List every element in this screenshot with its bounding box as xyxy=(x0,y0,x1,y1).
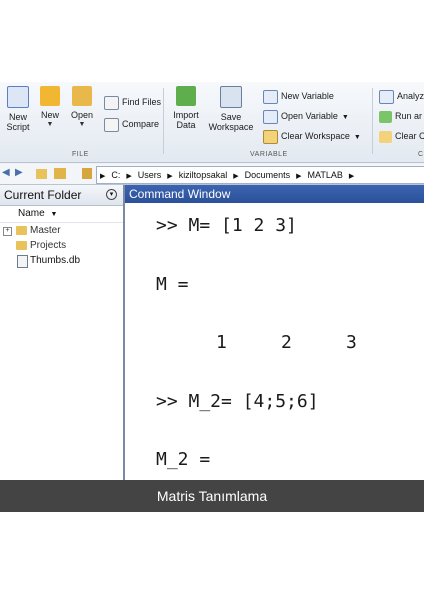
breadcrumb-user[interactable]: kiziltopsakal xyxy=(179,167,228,183)
chevron-right-icon: ▶ xyxy=(167,173,173,180)
options-icon[interactable]: ▾ xyxy=(106,189,117,200)
matlab-screenshot: New Script New ▼ Open ▼ Find Files Compa… xyxy=(0,82,424,512)
new-script-icon xyxy=(7,86,29,108)
run-label: Run ar xyxy=(395,111,423,121)
import-label-2: Data xyxy=(176,120,196,130)
file-group-label: FILE xyxy=(72,151,89,158)
run-and-time-button[interactable]: Run ar xyxy=(379,108,422,124)
find-files-label: Find Files xyxy=(122,97,162,107)
clear-workspace-label: Clear Workspace xyxy=(281,131,350,141)
address-bar: ◀ ▶ ▶ C: ▶ Users ▶ kiziltopsakal ▶ Documents ▶ MA… xyxy=(0,164,424,185)
save-label-2: Workspace xyxy=(208,122,254,132)
current-folder-panel: Current Folder ▾ Name ▼ + Master Project… xyxy=(0,185,125,512)
command-line: >> M= [1 2 3] xyxy=(156,215,297,236)
file-item-label: Thumbs.db xyxy=(30,255,81,266)
save-label-1: Save xyxy=(220,112,242,122)
code-group-label: C xyxy=(418,151,424,158)
new-label: New xyxy=(40,110,59,120)
open-variable-icon xyxy=(263,109,278,124)
variable-group-label: VARIABLE xyxy=(250,151,288,158)
clear-commands-icon xyxy=(379,130,392,143)
analyze-label: Analyz xyxy=(397,91,424,101)
breadcrumb-documents[interactable]: Documents xyxy=(245,167,291,183)
chevron-right-icon: ▶ xyxy=(296,173,302,180)
plus-icon xyxy=(40,86,60,106)
path-field[interactable]: ▶ C: ▶ Users ▶ kiziltopsakal ▶ Documents ▶ MATLAB… xyxy=(96,166,424,184)
folder-icon xyxy=(16,241,27,250)
import-data-button[interactable]: Import Data xyxy=(168,86,204,130)
output-line: M_2 = xyxy=(156,449,211,470)
caption-bar: Matris Tanımlama xyxy=(0,480,424,512)
new-script-label-2: Script xyxy=(6,122,30,132)
forward-arrow-icon[interactable]: ▶ xyxy=(15,167,23,181)
breadcrumb-drive[interactable]: C: xyxy=(111,167,120,183)
clear-workspace-button[interactable]: Clear Workspace ▼ xyxy=(263,128,361,144)
current-folder-title: Current Folder xyxy=(4,188,82,202)
file-icon xyxy=(17,255,28,268)
folder-item-label: Master xyxy=(30,225,61,236)
file-item-thumbs[interactable]: Thumbs.db xyxy=(0,253,123,268)
clear-commands-label: Clear C xyxy=(395,131,424,141)
open-folder-icon xyxy=(72,86,92,106)
chevron-right-icon: ▶ xyxy=(233,173,239,180)
find-files-button[interactable]: Find Files xyxy=(104,94,161,110)
new-variable-label: New Variable xyxy=(281,91,334,101)
clear-workspace-icon xyxy=(263,129,278,144)
chevron-right-icon: ▶ xyxy=(348,173,355,180)
import-data-icon xyxy=(176,86,196,106)
chevron-right-icon: ▶ xyxy=(100,173,106,180)
output-values: 1 2 3 xyxy=(216,332,357,353)
breadcrumb-matlab[interactable]: MATLAB xyxy=(308,167,343,183)
command-window-title: Command Window xyxy=(125,185,424,203)
chevron-down-icon: ▼ xyxy=(78,121,86,128)
folder-item-master[interactable]: + Master xyxy=(0,223,123,238)
clear-commands-button[interactable]: Clear C xyxy=(379,128,424,144)
new-script-label-1: New xyxy=(8,112,27,122)
analyze-icon xyxy=(379,89,394,104)
sort-arrow-icon: ▼ xyxy=(50,211,58,218)
folder-item-projects[interactable]: Projects xyxy=(0,238,123,253)
up-folder-icon[interactable] xyxy=(36,169,47,179)
find-files-icon xyxy=(104,95,119,110)
browse-folder-icon[interactable] xyxy=(54,168,66,179)
compare-label: Compare xyxy=(122,119,160,129)
command-window[interactable]: Command Window >> M= [1 2 3] M = 1 2 3 >… xyxy=(125,185,424,512)
folder-icon xyxy=(16,226,27,235)
name-header-label: Name xyxy=(18,208,45,219)
open-label: Open xyxy=(70,110,94,120)
new-button[interactable]: New ▼ xyxy=(32,86,68,130)
folder-icon xyxy=(82,168,92,179)
new-variable-button[interactable]: New Variable xyxy=(263,88,334,104)
breadcrumb-users[interactable]: Users xyxy=(138,167,162,183)
current-folder-header: Current Folder ▾ xyxy=(0,185,123,206)
run-icon xyxy=(379,110,392,123)
open-button[interactable]: Open ▼ xyxy=(64,86,100,130)
chevron-right-icon: ▶ xyxy=(126,173,132,180)
chevron-down-icon: ▼ xyxy=(46,121,54,128)
save-workspace-icon xyxy=(220,86,242,108)
folder-item-label: Projects xyxy=(30,240,67,251)
back-arrow-icon[interactable]: ◀ xyxy=(2,167,10,181)
compare-icon xyxy=(104,117,119,132)
open-variable-label: Open Variable xyxy=(281,111,338,121)
output-line: M = xyxy=(156,274,189,295)
name-column-header[interactable]: Name ▼ xyxy=(0,206,123,223)
command-line: >> M_2= [4;5;6] xyxy=(156,391,319,412)
compare-button[interactable]: Compare xyxy=(104,116,159,132)
new-variable-icon xyxy=(263,89,278,104)
save-workspace-button[interactable]: Save Workspace xyxy=(206,86,256,132)
ribbon-toolbar: New Script New ▼ Open ▼ Find Files Compa… xyxy=(0,82,424,163)
chevron-down-icon: ▼ xyxy=(341,114,349,121)
expand-icon[interactable]: + xyxy=(3,227,12,236)
chevron-down-icon: ▼ xyxy=(353,134,361,141)
import-label-1: Import xyxy=(173,110,199,120)
group-divider xyxy=(372,88,373,154)
open-variable-button[interactable]: Open Variable ▼ xyxy=(263,108,349,124)
analyze-button[interactable]: Analyz xyxy=(379,88,424,104)
group-divider xyxy=(163,88,164,154)
new-script-button[interactable]: New Script xyxy=(0,86,36,132)
